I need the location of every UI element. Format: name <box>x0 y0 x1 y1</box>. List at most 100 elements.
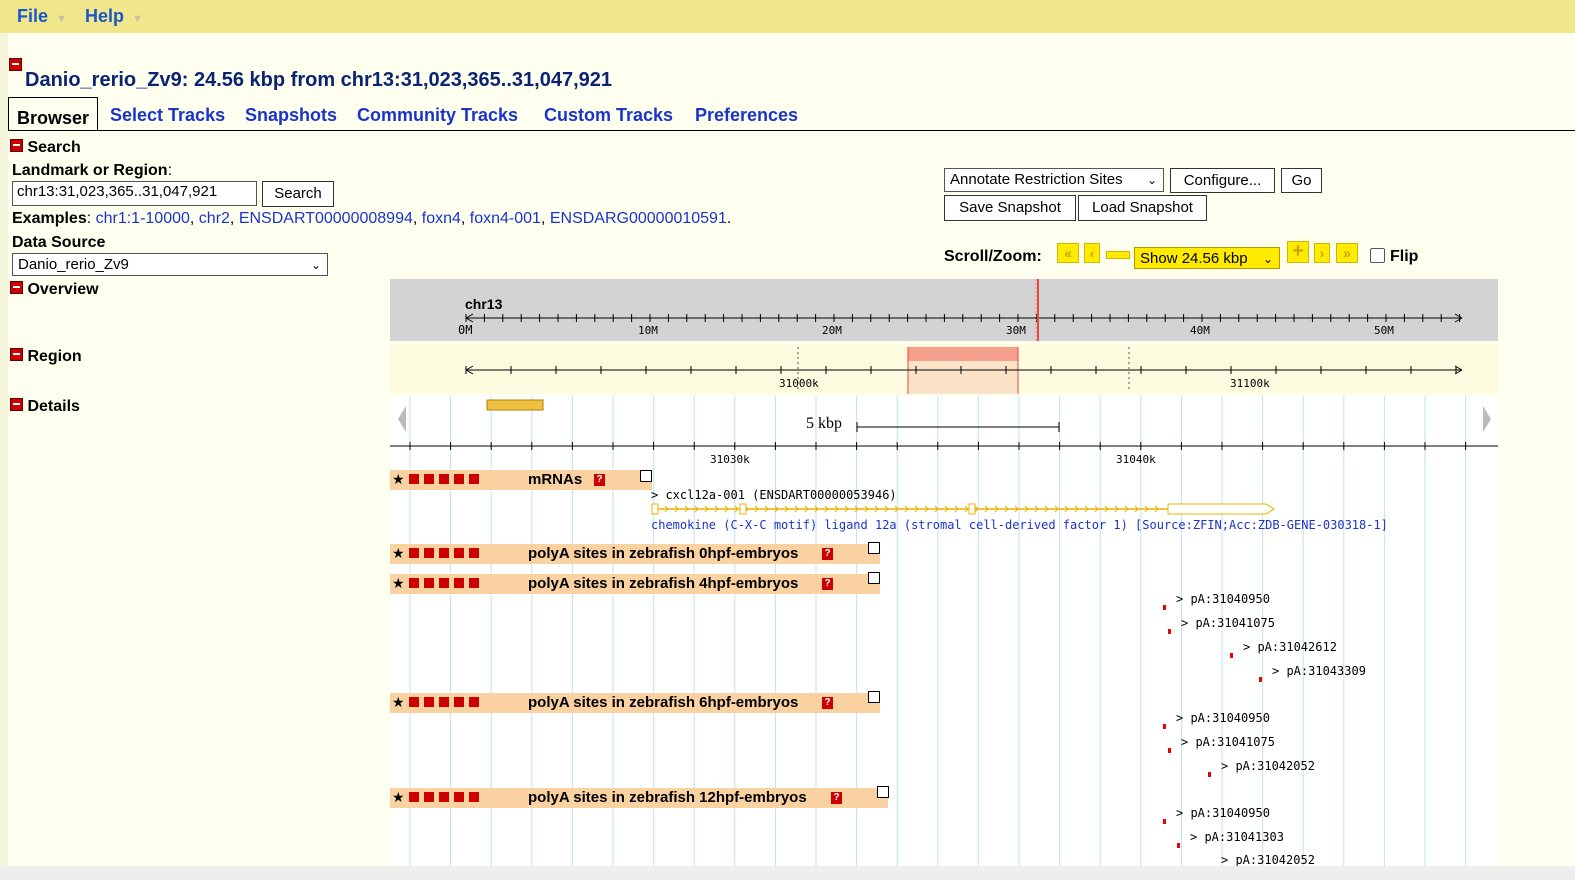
region-section-header[interactable]: Region <box>10 348 82 366</box>
question-icon[interactable]: ? <box>822 697 833 709</box>
share-track-icon[interactable] <box>439 548 449 558</box>
configure-track-icon[interactable] <box>454 697 464 707</box>
save-snapshot-button[interactable]: Save Snapshot <box>944 195 1076 221</box>
zoom-in-icon[interactable]: + <box>1287 241 1309 263</box>
collapse-icon[interactable] <box>10 139 23 152</box>
question-icon[interactable]: ? <box>822 578 833 590</box>
close-track-icon[interactable] <box>424 474 434 484</box>
favorite-star-icon[interactable]: ★ <box>392 472 405 486</box>
load-snapshot-button[interactable]: Load Snapshot <box>1078 195 1207 221</box>
example-link[interactable]: foxn4-001 <box>470 210 541 227</box>
configure-track-icon[interactable] <box>454 578 464 588</box>
example-link[interactable]: ENSDARG00000010591 <box>550 210 727 227</box>
share-track-icon[interactable] <box>439 578 449 588</box>
tab-select-tracks[interactable]: Select Tracks <box>110 105 225 126</box>
collapse-icon[interactable] <box>10 348 23 361</box>
popout-icon[interactable] <box>640 470 652 482</box>
popout-icon[interactable] <box>868 572 880 584</box>
scroll-far-left-icon[interactable]: « <box>1057 243 1079 263</box>
question-icon[interactable]: ? <box>594 474 605 486</box>
collapse-track-icon[interactable] <box>409 697 419 707</box>
polya-feature[interactable]: > pA:31041075 <box>1168 735 1275 753</box>
tab-community-tracks[interactable]: Community Tracks <box>357 105 518 126</box>
favorite-star-icon[interactable]: ★ <box>392 576 405 590</box>
file-menu[interactable]: File ▼ <box>17 6 67 27</box>
tab-browser[interactable]: Browser <box>8 97 99 130</box>
close-track-icon[interactable] <box>424 792 434 802</box>
popout-icon[interactable] <box>877 786 889 798</box>
polya-feature[interactable]: > pA:31040950 <box>1163 592 1270 610</box>
overview-section-header[interactable]: Overview <box>10 281 99 299</box>
polya-feature[interactable]: > pA:31041075 <box>1168 616 1275 634</box>
go-button[interactable]: Go <box>1281 168 1322 193</box>
collapse-title-icon[interactable] <box>9 58 22 71</box>
scroll-far-right-icon[interactable]: » <box>1336 243 1358 263</box>
example-link[interactable]: chr2 <box>199 210 230 227</box>
help-track-icon[interactable] <box>469 697 479 707</box>
share-track-icon[interactable] <box>439 697 449 707</box>
help-menu[interactable]: Help ▼ <box>85 6 143 27</box>
overview-panel[interactable]: chr13 0M 10M 20M 30M 40M 50M <box>390 279 1498 341</box>
favorite-star-icon[interactable]: ★ <box>392 546 405 560</box>
question-icon[interactable]: ? <box>831 792 842 804</box>
collapse-track-icon[interactable] <box>409 578 419 588</box>
example-link[interactable]: ENSDART00000008994 <box>239 210 413 227</box>
configure-track-icon[interactable] <box>454 792 464 802</box>
help-track-icon[interactable] <box>469 474 479 484</box>
example-link[interactable]: foxn4 <box>422 210 461 227</box>
help-track-icon[interactable] <box>469 792 479 802</box>
gene-utr[interactable] <box>1167 503 1275 515</box>
flip-checkbox[interactable] <box>1370 248 1385 263</box>
favorite-star-icon[interactable]: ★ <box>392 790 405 804</box>
favorite-star-icon[interactable]: ★ <box>392 695 405 709</box>
share-track-icon[interactable] <box>439 792 449 802</box>
search-button[interactable]: Search <box>262 181 334 207</box>
scroll-left-icon[interactable]: ‹ <box>1084 243 1100 263</box>
scroll-right-icon[interactable]: › <box>1314 243 1330 263</box>
configure-button[interactable]: Configure... <box>1170 168 1275 193</box>
plugin-select[interactable]: Annotate Restriction Sites ⌄ <box>944 168 1164 192</box>
tab-custom-tracks[interactable]: Custom Tracks <box>544 105 673 126</box>
question-icon[interactable]: ? <box>822 548 833 560</box>
popout-icon[interactable] <box>868 542 880 554</box>
popout-icon[interactable] <box>868 691 880 703</box>
close-track-icon[interactable] <box>424 548 434 558</box>
details-panel[interactable]: 5 kbp 31030k 31040k ★ mRNAs? > cxcl12a-0… <box>390 396 1498 871</box>
collapse-track-icon[interactable] <box>409 474 419 484</box>
close-track-icon[interactable] <box>424 697 434 707</box>
search-section-header[interactable]: Search <box>10 139 81 157</box>
zoom-select[interactable]: Show 24.56 kbp ⌄ <box>1134 247 1280 269</box>
collapse-track-icon[interactable] <box>409 548 419 558</box>
tab-preferences[interactable]: Preferences <box>695 105 798 126</box>
collapse-icon[interactable] <box>10 281 23 294</box>
track-title: polyA sites in zebrafish 0hpf-embryos <box>528 545 799 562</box>
polya-feature[interactable]: > pA:31040950 <box>1163 711 1270 729</box>
polya-feature[interactable]: > pA:31042612 <box>1230 640 1337 658</box>
polya-feature[interactable]: > pA:31042052 <box>1208 853 1315 871</box>
region-panel[interactable]: 31000k 31100k <box>390 344 1498 394</box>
configure-track-icon[interactable] <box>454 548 464 558</box>
scroll-right-arrow-icon[interactable] <box>1483 406 1491 432</box>
help-track-icon[interactable] <box>469 548 479 558</box>
scroll-left-arrow-icon[interactable] <box>398 406 406 432</box>
details-mini-position[interactable] <box>486 399 544 411</box>
help-track-icon[interactable] <box>469 578 479 588</box>
collapse-icon[interactable] <box>10 398 23 411</box>
polya-feature[interactable]: > pA:31040950 <box>1163 806 1270 824</box>
polya-feature[interactable]: > pA:31043309 <box>1259 664 1366 682</box>
close-track-icon[interactable] <box>424 578 434 588</box>
example-link[interactable]: chr1:1-10000 <box>96 210 190 227</box>
polya-feature[interactable]: > pA:31042052 <box>1208 759 1315 777</box>
configure-track-icon[interactable] <box>454 474 464 484</box>
data-source-select[interactable]: Danio_rerio_Zv9 ⌄ <box>12 253 328 276</box>
share-track-icon[interactable] <box>439 474 449 484</box>
tab-snapshots[interactable]: Snapshots <box>245 105 337 126</box>
polya-feature-label: pA:31041303 <box>1204 830 1284 844</box>
zoom-out-icon[interactable] <box>1106 251 1130 259</box>
polya-feature[interactable]: > pA:31041303 <box>1177 830 1284 848</box>
landmark-input[interactable]: chr13:31,023,365..31,047,921 <box>12 181 257 206</box>
track-header-polya-0hpf: ★ polyA sites in zebrafish 0hpf-embryos? <box>390 542 880 564</box>
collapse-track-icon[interactable] <box>409 792 419 802</box>
details-section-header[interactable]: Details <box>10 398 80 416</box>
mrna-feature-name[interactable]: > cxcl12a-001 (ENSDART00000053946) <box>651 488 897 502</box>
